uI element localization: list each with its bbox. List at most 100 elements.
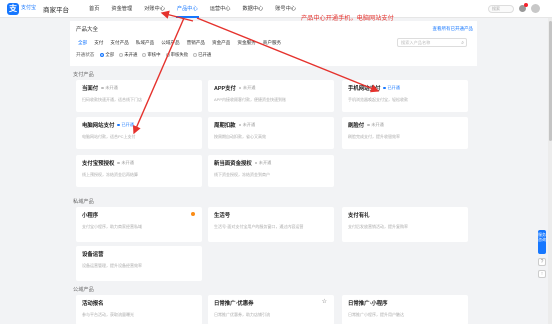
product-card-header: 日常推广·优惠券: [214, 299, 328, 307]
category-chip[interactable]: 公域产品: [159, 40, 181, 46]
product-card[interactable]: 活动报名 参与平台活动，获取流量曝光: [76, 295, 202, 324]
product-card[interactable]: 支付有礼 支付后发放营销活动，提升复购率: [342, 207, 468, 242]
product-card[interactable]: APP支付 未开通 APP内接收顾客付款，便捷资金快速到账: [208, 80, 334, 112]
status-radio-label: 审核失败: [170, 52, 189, 57]
product-card-title: 电脑网站支付: [82, 123, 115, 129]
product-card-title: 当面付: [82, 86, 99, 92]
product-card-header: 支付宝预授权 未开通: [82, 159, 196, 167]
nav-item[interactable]: 账号中心: [269, 0, 302, 18]
product-card-desc: 线上预授权，冻结资金后再结算: [82, 172, 138, 177]
product-card-desc: 手机浏览器唤起支付宝，轻松收款: [348, 97, 408, 102]
product-card-desc: 日常推广小程序，提升用户触达: [348, 312, 404, 317]
status-filter-label: 开通状态: [76, 52, 95, 57]
product-filter-panel: 产品大全 查看所有已开通产品 全部 支付 支付产品 私域产品 公域产品 营销产品 资金产品资…: [70, 21, 477, 66]
category-chip[interactable]: 资金产品: [210, 40, 232, 46]
favorite-star-icon[interactable]: ☆: [322, 298, 327, 305]
product-search-input[interactable]: 搜索入产品名称 ⌕: [397, 38, 467, 47]
status-radio-label: 已开通: [198, 52, 212, 57]
product-card[interactable]: 日常推广·小程序 日常推广小程序，提升用户触达: [342, 295, 468, 324]
product-card-title: 新当面资金授权: [214, 161, 252, 167]
global-search-input[interactable]: 搜索: [488, 4, 514, 13]
status-radio[interactable]: 未开通: [119, 52, 137, 58]
nav-item[interactable]: 资金管理: [105, 0, 138, 18]
product-card[interactable]: 支付宝预授权 未开通 线上预授权，冻结资金后再结算: [76, 155, 202, 187]
status-radio-label: 未开通: [124, 52, 138, 57]
product-card-title: 周期扣款: [214, 123, 236, 129]
category-chip[interactable]: 营销产品: [185, 40, 207, 46]
product-card-desc: 支付后发放营销活动，提升复购率: [348, 224, 408, 229]
status-radio[interactable]: 全部: [100, 52, 114, 58]
nav-item[interactable]: 对账中心: [138, 0, 171, 18]
scrollbar-thumb[interactable]: [548, 21, 552, 141]
product-status-badge: 未开通: [101, 85, 118, 91]
service-consult-button[interactable]: 服务咨询: [538, 230, 546, 254]
radio-dot-icon: [100, 53, 105, 57]
category-chip[interactable]: 全部: [76, 40, 89, 46]
product-card[interactable]: 小程序支付宝小程序，助力商家经营私域: [76, 207, 202, 242]
avatar[interactable]: [531, 4, 540, 13]
product-card[interactable]: 当面付 未开通扫码收款快速开通，适合线下门店: [76, 80, 202, 112]
nav-item[interactable]: 运营中心: [204, 0, 237, 18]
category-chip[interactable]: 资金服务: [235, 40, 257, 46]
product-card-desc: 扫码收款快速开通，适合线下门店: [82, 97, 142, 102]
product-card[interactable]: 生活号生活号·面对支付宝用户的服务窗口，通过内容运营: [208, 207, 334, 242]
back-to-top-icon[interactable]: ↑: [538, 270, 546, 278]
nav-item[interactable]: 产品中心: [171, 0, 204, 18]
product-card-header: 新当面资金授权 未开通: [214, 159, 328, 167]
product-card-title: 小程序: [82, 213, 99, 219]
product-card-desc: 刷脸完成支付，提升收银效率: [348, 134, 400, 139]
radio-dot-icon: [142, 53, 147, 57]
product-status-badge: 已开通: [117, 122, 134, 128]
status-dot-icon: [238, 123, 242, 127]
product-card[interactable]: 新当面资金授权 未开通 线下资金授权，冻结资金到商户: [208, 155, 334, 187]
page-scrollbar[interactable]: [548, 18, 552, 324]
product-card-desc: 日常推广优惠券，助力店铺引流: [214, 312, 270, 317]
section-public-title: 公域产品: [73, 287, 94, 293]
product-card-desc: 生活号·面对支付宝用户的服务窗口，通过内容运营: [214, 224, 304, 229]
status-radio-label: 审核中: [147, 52, 161, 57]
product-status-badge: 未开通: [238, 122, 256, 128]
logo-text: 支付宝: [21, 5, 37, 11]
status-radio[interactable]: 审核失败: [165, 52, 189, 58]
help-icon[interactable]: ?: [538, 258, 546, 266]
product-card[interactable]: 电脑网站支付 已开通 电脑网站付款，适合PC上支付: [76, 117, 202, 149]
search-icon[interactable]: ⌕: [461, 40, 464, 47]
category-chip[interactable]: 私域产品: [134, 40, 156, 46]
product-status-text: 未开通: [258, 160, 272, 165]
nav-item[interactable]: 数据中心: [236, 0, 269, 18]
status-dot-icon: [383, 86, 386, 90]
product-card-title: APP支付: [214, 86, 236, 92]
product-card[interactable]: 设备运营设备运营管理，提升设备经营效率: [76, 246, 202, 281]
product-card-header: 生活号: [214, 211, 328, 219]
status-radio[interactable]: 审核中: [142, 52, 161, 58]
product-card-desc: 设备运营管理，提升设备经营效率: [82, 263, 142, 268]
product-status-badge: 未开通: [254, 160, 272, 166]
main-nav: 首页 资金管理 对账中心 产品中心 运营中心 数据中心 账号中心: [83, 0, 302, 18]
product-status-badge: 未开通: [117, 160, 134, 166]
radio-dot-icon: [119, 53, 124, 57]
product-status-text: 未开通: [242, 122, 256, 127]
nav-item[interactable]: 首页: [83, 0, 105, 18]
product-card-header: 设备运营: [82, 250, 196, 258]
status-dot-icon: [367, 123, 370, 127]
product-card[interactable]: 手机网站支付 已开通 手机浏览器唤起支付宝，轻松收款: [342, 80, 468, 112]
product-card-title: 日常推广·优惠券: [214, 301, 254, 307]
product-card-header: 小程序: [82, 211, 196, 219]
status-radio[interactable]: 已开通: [193, 52, 211, 58]
product-card[interactable]: 刷脸付 未开通 刷脸完成支付，提升收银效率: [342, 117, 468, 149]
product-card[interactable]: 周期扣款 未开通 按周期自动扣款，省心又高效: [208, 117, 334, 149]
product-card-header: 周期扣款 未开通: [214, 121, 328, 129]
product-status-text: 未开通: [105, 85, 118, 90]
product-card-header: 活动报名: [82, 299, 196, 307]
product-card[interactable]: 日常推广·优惠券日常推广优惠券，助力店铺引流 ☆: [208, 295, 334, 324]
category-chip[interactable]: 支付: [92, 40, 105, 46]
alipay-logo-icon[interactable]: 支: [7, 2, 19, 15]
category-chip[interactable]: 商户服务: [261, 40, 283, 46]
product-card-desc: 支付宝小程序，助力商家经营私域: [82, 224, 142, 229]
view-activated-products-link[interactable]: 查看所有已开通产品: [433, 26, 474, 32]
radio-dot-icon: [165, 53, 170, 57]
product-card-title: 刷脸付: [348, 123, 365, 129]
notification-bell-icon[interactable]: [519, 3, 528, 12]
product-card-header: 手机网站支付 已开通: [348, 84, 462, 92]
category-chip[interactable]: 支付产品: [108, 40, 130, 46]
